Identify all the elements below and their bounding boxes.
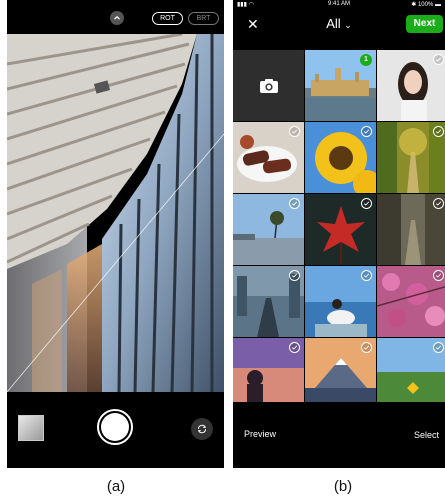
selected-badge[interactable]: 1: [360, 54, 372, 66]
select-checkbox[interactable]: [433, 342, 444, 353]
check-icon: [435, 345, 442, 350]
camera-viewfinder: [7, 34, 224, 392]
check-icon: [363, 345, 370, 350]
check-icon: [363, 273, 370, 278]
photo-tile[interactable]: [377, 122, 445, 193]
photo-tile[interactable]: [305, 122, 376, 193]
photo-tile[interactable]: [377, 194, 445, 265]
photo-tile[interactable]: [233, 122, 304, 193]
photo-tile[interactable]: [305, 338, 376, 402]
select-checkbox[interactable]: [433, 126, 444, 137]
select-checkbox[interactable]: [433, 198, 444, 209]
check-icon: [363, 129, 370, 134]
gallery-thumbnail[interactable]: [18, 415, 44, 441]
check-icon: [363, 201, 370, 206]
shutter-inner: [101, 413, 129, 441]
check-icon: [291, 201, 298, 206]
photo-picker-screen: ▮▮▮ ◠ 9:41 AM ✱ 100% ▬ ✕ All ⌄ Next 1 Pr…: [233, 0, 445, 468]
select-button[interactable]: Select: [414, 430, 439, 440]
photo-tile[interactable]: [233, 266, 304, 337]
select-checkbox[interactable]: [361, 198, 372, 209]
select-checkbox[interactable]: [433, 54, 444, 65]
camera-screen: ROT BRT: [7, 0, 224, 468]
camera-bottom-bar: [7, 392, 224, 468]
photo-tile[interactable]: [377, 338, 445, 402]
check-icon: [435, 201, 442, 206]
check-icon: [291, 129, 298, 134]
photo-tile[interactable]: [233, 338, 304, 402]
check-icon: [435, 57, 442, 62]
shutter-button[interactable]: [97, 409, 133, 445]
photo-tile[interactable]: [233, 194, 304, 265]
photo-tile[interactable]: [377, 50, 445, 121]
picker-header: ✕ All ⌄ Next: [233, 9, 445, 42]
photo-tile[interactable]: [377, 266, 445, 337]
camera-capture-tile[interactable]: [233, 50, 304, 121]
select-checkbox[interactable]: [361, 126, 372, 137]
select-checkbox[interactable]: [433, 270, 444, 281]
camera-top-bar: ROT BRT: [7, 0, 224, 34]
select-checkbox[interactable]: [289, 126, 300, 137]
battery-indicator: ✱ 100% ▬: [411, 2, 441, 8]
chevron-up-icon[interactable]: [110, 11, 124, 25]
brt-toggle[interactable]: BRT: [188, 12, 219, 25]
photo-tile[interactable]: [305, 266, 376, 337]
chevron-down-icon: ⌄: [344, 20, 352, 30]
caption-b: (b): [333, 478, 353, 495]
check-icon: [435, 129, 442, 134]
photo-tile[interactable]: [305, 194, 376, 265]
flip-camera-icon[interactable]: [191, 418, 213, 440]
rot-toggle[interactable]: ROT: [152, 12, 183, 25]
check-icon: [291, 345, 298, 350]
next-button[interactable]: Next: [406, 15, 443, 33]
select-checkbox[interactable]: [289, 342, 300, 353]
caption-a: (a): [106, 478, 126, 495]
album-title: All: [326, 16, 341, 31]
select-checkbox[interactable]: [361, 270, 372, 281]
picker-bottom-bar: Preview Select: [233, 414, 445, 468]
battery-percent: 100%: [417, 2, 434, 8]
preview-button[interactable]: Preview: [244, 429, 276, 439]
photo-tile[interactable]: 1: [305, 50, 376, 121]
select-checkbox[interactable]: [289, 270, 300, 281]
select-checkbox[interactable]: [361, 342, 372, 353]
select-checkbox[interactable]: [289, 198, 300, 209]
status-bar: ▮▮▮ ◠ 9:41 AM ✱ 100% ▬: [233, 0, 445, 9]
camera-icon: [259, 78, 278, 93]
check-icon: [291, 273, 298, 278]
check-icon: [435, 273, 442, 278]
